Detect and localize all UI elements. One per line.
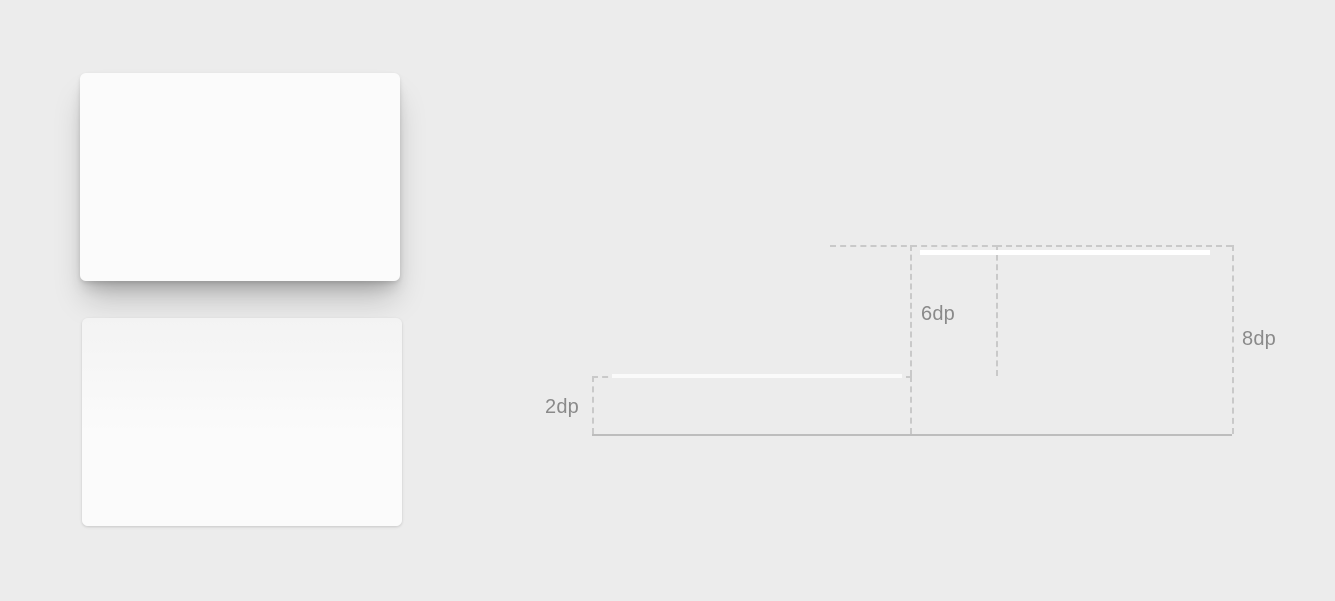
surface-high-elevation bbox=[80, 73, 400, 281]
elevation-spec-diagram: 2dp 6dp 8dp bbox=[0, 0, 1335, 601]
tier-2dp-outline-right bbox=[910, 376, 912, 434]
dp-step-diagram: 2dp 6dp 8dp bbox=[545, 245, 1285, 445]
tier-8dp-label: 8dp bbox=[1242, 328, 1276, 351]
surface-low-elevation bbox=[82, 318, 402, 526]
tier-8dp-outline-right bbox=[1232, 245, 1234, 434]
tier-2dp-outline-left bbox=[592, 376, 594, 434]
tier-8dp-outline-top bbox=[996, 245, 1232, 247]
tier-8dp-surface bbox=[920, 250, 1210, 255]
tier-2dp-label: 2dp bbox=[545, 396, 579, 419]
tier-6dp-outline-left bbox=[910, 245, 912, 376]
tier-6dp-outline-right bbox=[996, 245, 998, 376]
tier-6dp-label: 6dp bbox=[921, 303, 955, 326]
baseline-floor bbox=[592, 434, 1232, 436]
tier-2dp-surface bbox=[612, 374, 902, 378]
tier-6dp-outline-top bbox=[830, 245, 998, 247]
